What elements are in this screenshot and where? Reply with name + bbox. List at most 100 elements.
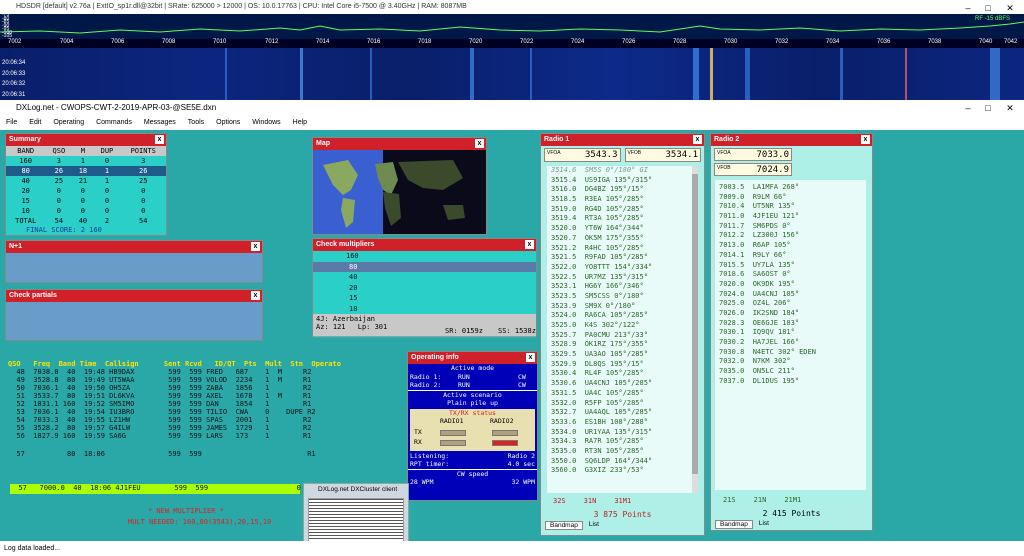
list-item[interactable]: 7015.5 UY7LA 135° (719, 261, 862, 271)
menu-edit[interactable]: Edit (23, 116, 47, 130)
close-icon[interactable]: x (251, 242, 260, 251)
list-item[interactable]: 3530.4 RL4F 105°/285° (551, 369, 694, 379)
list-item[interactable]: 3524.0 RA6CA 105°/285° (551, 311, 694, 321)
list-item[interactable]: 3525.0 K4S 302°/122° (551, 321, 694, 331)
spectrum-display[interactable]: -75 -80 -85 -90 -95 -100 -105 RF -15 dBF… (0, 13, 1024, 39)
table-row[interactable]: 57 80 18:06 599 599 R1 (8, 450, 315, 459)
listening-label: Listening: (410, 451, 450, 460)
list-item[interactable]: 3531.5 UA4C 105°/285° (551, 389, 694, 399)
tab-bandmap[interactable]: Bandmap (545, 521, 583, 530)
list-item[interactable]: 3534.0 UR1YAA 135°/315° (551, 428, 694, 438)
list-item[interactable]: 7024.0 UA4CNJ 105° (719, 290, 862, 300)
list-item[interactable]: 3523.1 HG6Y 166°/346° (551, 282, 694, 292)
list-item[interactable]: 7035.0 ON5LC 211° (719, 367, 862, 377)
menu-file[interactable]: File (0, 116, 23, 130)
list-item[interactable]: 3560.0 G3XIZ 233°/53° (551, 466, 694, 476)
list-item[interactable]: 3520.7 OK5M 175°/355° (551, 234, 694, 244)
tab-list[interactable]: List (753, 520, 775, 529)
list-item[interactable]: 3523.5 SM5CSS 0°/180° (551, 292, 694, 302)
list-item[interactable]: 3515.4 US9IGA 135°/315° (551, 176, 694, 186)
close-icon[interactable]: x (155, 135, 164, 144)
list-item[interactable]: 7030.2 HA7JEL 166° (719, 338, 862, 348)
menu-help[interactable]: Help (287, 116, 313, 130)
final-score: FINAL SCORE: 2 160 (26, 226, 102, 232)
list-item[interactable]: 3514.6 SM5S 0°/180° GI (551, 166, 694, 176)
list-item[interactable]: 3521.2 R4HC 105°/285° (551, 244, 694, 254)
list-item[interactable]: 7030.1 IQ9QV 181° (719, 328, 862, 338)
waterfall-time: 20:06:31 (2, 91, 26, 98)
list-item[interactable]: 7012.2 LZ300J 156° (719, 231, 862, 241)
list-item[interactable]: 3529.5 UA3AO 105°/285° (551, 350, 694, 360)
list-item[interactable]: 3520.0 YT6W 164°/344° (551, 224, 694, 234)
list-item[interactable]: 3535.0 RT3N 105°/285° (551, 447, 694, 457)
tab-bandmap[interactable]: Bandmap (715, 520, 753, 529)
qso-entry-line[interactable]: 57 7000.0 40 18:06 4J1FEU 599 599 0 (10, 484, 301, 494)
close-icon[interactable]: x (251, 291, 260, 300)
listening-value: Radio 2 (507, 451, 535, 460)
menu-options[interactable]: Options (210, 116, 246, 130)
new-multiplier-label: * NEW MULTIPLIER * (148, 507, 224, 515)
vfob-display[interactable]: VFOB 3534.1 (624, 148, 701, 162)
list-item[interactable]: 3529.9 DL8QS 195°/15° (551, 360, 694, 370)
vfoa-display[interactable]: VFOA 3543.3 (544, 148, 621, 162)
list-item[interactable]: 7025.0 OZ4L 206° (719, 299, 862, 309)
list-item[interactable]: 3518.5 R3EA 105°/285° (551, 195, 694, 205)
world-map[interactable] (313, 150, 486, 234)
list-item[interactable]: 7030.8 N4ETC 302° EDEN (719, 348, 862, 358)
vfob-display[interactable]: VFOB 7024.9 (714, 163, 792, 176)
list-item[interactable]: 3525.7 PA0CMU 213°/33° (551, 331, 694, 341)
list-item[interactable]: 3523.9 SM9X 0°/180° (551, 302, 694, 312)
frequency-scale[interactable]: 7002 7004 7006 7008 7010 7012 7014 7016 … (0, 39, 1024, 48)
list-item[interactable]: 3522.0 YO8TTT 154°/334° (551, 263, 694, 273)
list-item[interactable]: 3519.0 RG4D 105°/285° (551, 205, 694, 215)
cell: 0 (141, 187, 146, 195)
bandmap-list[interactable]: 3514.6 SM5S 0°/180° GI 3515.4 US9IGA 135… (547, 166, 698, 493)
list-item[interactable]: 7011.7 SM6PDS 0° (719, 222, 862, 232)
close-icon[interactable]: x (861, 135, 870, 144)
list-item[interactable]: 3550.0 SQ6LDP 164°/344° (551, 457, 694, 467)
table-row[interactable]: 56 1827.9 160 19:59 SA6G 599 599 LARS 17… (8, 432, 311, 441)
menu-operating[interactable]: Operating (47, 116, 90, 130)
list-item[interactable]: 7028.3 OE6GJE 183° (719, 319, 862, 329)
list-item[interactable]: 7011.0 4JF1EU 121° (719, 212, 862, 222)
radio1-header: Radio 1 x (541, 134, 704, 146)
list-item[interactable]: 7018.6 SA6OST 0° (719, 270, 862, 280)
list-item[interactable]: 7013.0 R6AP 105° (719, 241, 862, 251)
n1-title: N+1 (9, 243, 23, 250)
list-item[interactable]: 3533.6 ES1BH 108°/288° (551, 418, 694, 428)
list-item[interactable]: 3519.4 RT3A 105°/285° (551, 214, 694, 224)
list-item[interactable]: 7009.0 R9LM 66° (719, 193, 862, 203)
list-item[interactable]: 3522.5 UR7MZ 135°/315° (551, 273, 694, 283)
list-item[interactable]: 7003.5 LA1MFA 268° (719, 183, 862, 193)
list-item[interactable]: 7020.0 OK9DK 195° (719, 280, 862, 290)
vfoa-display[interactable]: VFOA 7033.0 (714, 148, 792, 161)
scrollbar[interactable] (692, 166, 698, 493)
menu-commands[interactable]: Commands (90, 116, 138, 130)
menu-tools[interactable]: Tools (182, 116, 210, 130)
list-item[interactable]: 7037.0 DL1DUS 195° (719, 377, 862, 387)
list-item[interactable]: 7014.1 R9LY 66° (719, 251, 862, 261)
menu-messages[interactable]: Messages (138, 116, 182, 130)
list-item[interactable]: 3532.7 UA4AQL 105°/285° (551, 408, 694, 418)
list-item[interactable]: 3528.9 OK1RZ 175°/355° (551, 340, 694, 350)
list-item[interactable]: 7026.0 IK2SND 184° (719, 309, 862, 319)
cell: 160 (19, 157, 32, 165)
menu-windows[interactable]: Windows (246, 116, 286, 130)
list-item[interactable]: 3516.0 DG4BZ 195°/15° (551, 185, 694, 195)
list-item[interactable]: 3532.0 R5FP 105°/285° (551, 399, 694, 409)
waterfall-display[interactable]: 20:06:34 20:06:33 20:06:32 20:06:31 (0, 48, 1024, 100)
tab-list[interactable]: List (583, 521, 605, 530)
close-icon[interactable]: x (693, 135, 702, 144)
cell: 40 (21, 177, 30, 185)
list-item[interactable]: 7032.0 N7KM 302° (719, 357, 862, 367)
dxlog-titlebar: DXLog.net - CWOPS-CWT-2-2019-APR-03-@SE5… (0, 100, 1024, 116)
bandmap-list[interactable]: 7003.5 LA1MFA 268° 7009.0 R9LM 66° 7010.… (715, 180, 866, 490)
close-icon[interactable]: x (475, 139, 484, 148)
list-item[interactable]: 3534.3 RA7R 105°/285° (551, 437, 694, 447)
list-item[interactable]: 3530.6 UA4CNJ 105°/285° (551, 379, 694, 389)
list-item[interactable]: 7010.4 UT5NR 135° (719, 202, 862, 212)
dxlog-close-button[interactable]: ✕ (996, 100, 1024, 116)
close-icon[interactable]: x (526, 353, 535, 362)
close-icon[interactable]: x (525, 240, 534, 249)
list-item[interactable]: 3521.5 R9FAD 105°/285° (551, 253, 694, 263)
